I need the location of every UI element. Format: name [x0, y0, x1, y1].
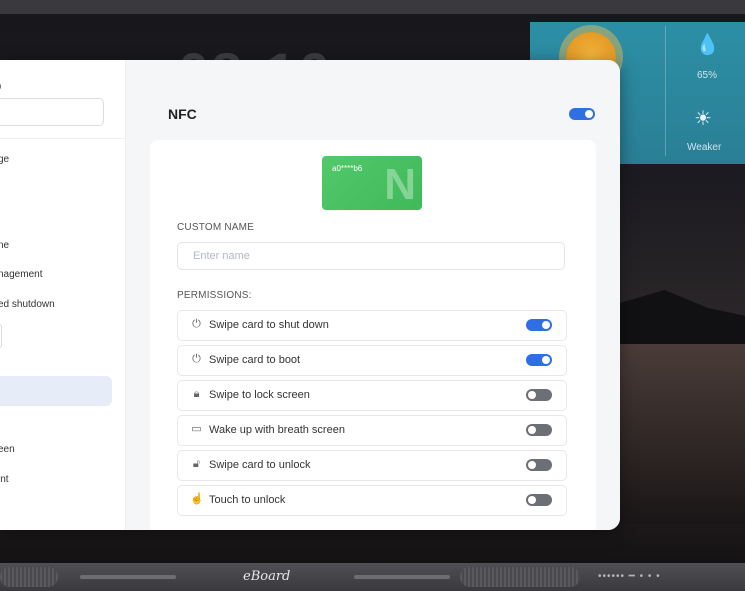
shutdown-toggle[interactable] — [526, 319, 552, 331]
permission-label: Swipe to lock screen — [209, 389, 310, 401]
front-panel-buttons[interactable]: •••••• ━ • • • — [598, 571, 661, 582]
settings-sidebar: p ge ne nagement ed shutdown een int — [0, 60, 126, 530]
brand-text: eBoard — [243, 569, 291, 584]
permission-label: Swipe card to unlock — [209, 459, 311, 471]
toggle-knob — [528, 391, 536, 399]
bezel-bar-right — [354, 575, 450, 579]
nfc-master-toggle[interactable] — [569, 108, 595, 120]
lock-icon: 🔒︎ — [193, 388, 200, 400]
lock-screen-toggle[interactable] — [526, 389, 552, 401]
permission-row-breath-screen: ▭ Wake up with breath screen — [177, 415, 567, 446]
nfc-settings-card: a0****b6 N CUSTOM NAME PERMISSIONS: ⏻ Sw… — [150, 140, 596, 530]
unlock-icon: 🔓︎ — [192, 458, 201, 470]
humidity-drop-icon: 💧 — [695, 34, 720, 56]
sidebar-item-scheduled-shutdown[interactable]: ed shutdown — [0, 299, 55, 310]
nfc-logo-icon: N — [384, 160, 416, 209]
uv-sun-icon: ☀ — [694, 108, 712, 130]
sidebar-item-screen[interactable]: een — [0, 444, 15, 455]
humidity-value: 65% — [697, 70, 718, 81]
sidebar-title: p — [0, 78, 1, 93]
settings-dialog: p ge ne nagement ed shutdown een int NFC… — [0, 60, 620, 530]
toggle-knob — [542, 356, 550, 364]
touch-unlock-toggle[interactable] — [526, 494, 552, 506]
sidebar-item-nfc-active[interactable] — [0, 376, 112, 406]
permission-row-shutdown: ⏻ Swipe card to shut down — [177, 310, 567, 341]
brand-logo: eBoard — [243, 569, 290, 584]
display-screen: 08:16 💧 65% ☀ Weaker p ge ne nagement ed… — [0, 14, 745, 563]
breath-screen-toggle[interactable] — [526, 424, 552, 436]
settings-main-panel: NFC a0****b6 N CUSTOM NAME PERMISSIONS: … — [126, 60, 620, 530]
weather-divider — [665, 26, 666, 156]
toggle-knob — [528, 461, 536, 469]
unlock-toggle[interactable] — [526, 459, 552, 471]
sidebar-item-print[interactable]: int — [0, 474, 9, 485]
left-speaker-grille — [0, 567, 58, 587]
toggle-knob — [585, 110, 593, 118]
nfc-card-image: a0****b6 N — [322, 156, 422, 210]
permission-row-boot: ⏻ Swipe card to boot — [177, 345, 567, 376]
permission-row-unlock: 🔓︎ Swipe card to unlock — [177, 450, 567, 481]
boot-toggle[interactable] — [526, 354, 552, 366]
monitor-bottom-bezel: eBoard •••••• ━ • • • — [0, 563, 745, 591]
uv-label: Weaker — [687, 142, 722, 153]
permission-label: Swipe card to boot — [209, 354, 301, 366]
toggle-knob — [542, 321, 550, 329]
sidebar-item-management[interactable]: nagement — [0, 269, 42, 280]
page-title: NFC — [168, 106, 197, 122]
screen-icon: ▭ — [191, 423, 202, 435]
sidebar-item-time[interactable]: ne — [0, 240, 9, 251]
toggle-knob — [528, 426, 536, 434]
sidebar-item-storage[interactable]: ge — [0, 154, 9, 165]
nfc-card-id: a0****b6 — [332, 164, 363, 173]
sidebar-divider — [0, 138, 125, 139]
custom-name-input[interactable] — [177, 242, 565, 270]
custom-name-label: CUSTOM NAME — [177, 222, 255, 233]
permission-label: Touch to unlock — [209, 494, 286, 506]
sidebar-search-input[interactable] — [0, 98, 104, 126]
monitor-top-bezel — [0, 0, 745, 14]
power-icon: ⏻ — [192, 318, 201, 330]
permission-label: Swipe card to shut down — [209, 319, 329, 331]
permission-label: Wake up with breath screen — [209, 424, 345, 436]
bezel-bar-left — [80, 575, 176, 579]
toggle-knob — [528, 496, 536, 504]
power-icon: ⏻ — [192, 353, 201, 365]
permissions-label: PERMISSIONS: — [177, 290, 252, 301]
touch-icon: ☝ — [190, 493, 204, 505]
right-speaker-grille — [460, 567, 580, 587]
permission-row-lock-screen: 🔒︎ Swipe to lock screen — [177, 380, 567, 411]
sidebar-item-box[interactable] — [0, 324, 2, 348]
permission-row-touch-unlock: ☝ Touch to unlock — [177, 485, 567, 516]
